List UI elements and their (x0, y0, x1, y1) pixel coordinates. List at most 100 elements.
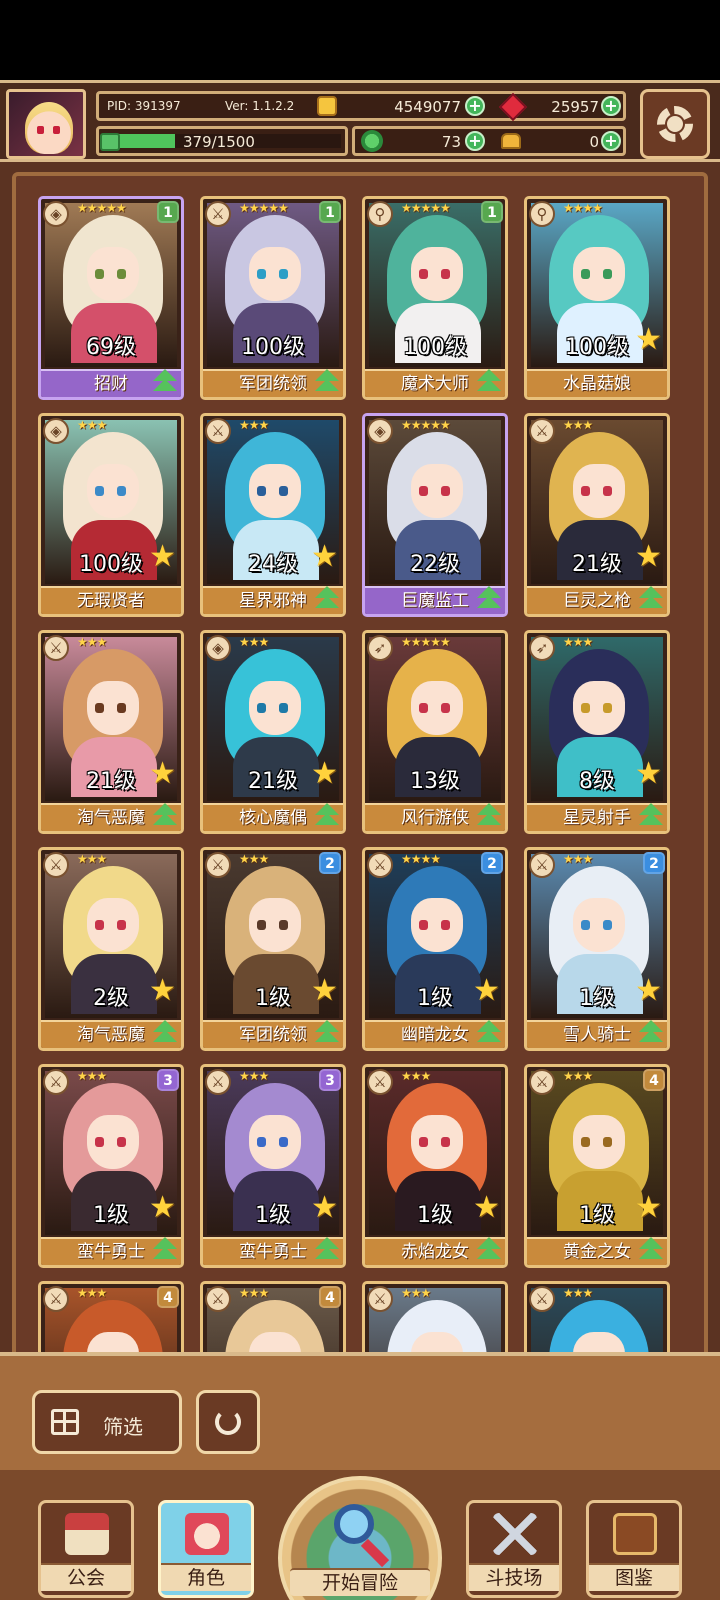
staff-icon: ⚲ (529, 201, 555, 227)
hero-eye (441, 920, 450, 930)
hero-star-rating: ★★★ (563, 1069, 593, 1083)
xp-text: 379/1500 (183, 133, 255, 151)
player-id: PID: 391397 (107, 99, 181, 113)
hero-level: 100级 (403, 335, 467, 360)
star-upgrade-icon: ★ (635, 756, 662, 791)
shield-icon: ◈ (205, 635, 231, 661)
hero-eye (279, 703, 288, 713)
level-up-arrow-icon (313, 367, 341, 395)
shield-icon: ◈ (43, 201, 69, 227)
hero-eye (603, 1137, 612, 1147)
nav-arena-label: 斗技场 (469, 1563, 559, 1591)
sword-icon: ⚔ (367, 1069, 393, 1095)
hero-card[interactable]: ★★★ ➶ 8级 星灵射手 ★ (524, 630, 670, 834)
bow-icon: ➶ (367, 635, 393, 661)
hero-eye (117, 703, 126, 713)
hero-card[interactable]: ★★★★★ ⚲ 1 100级 魔术大师 (362, 196, 508, 400)
level-up-arrow-icon (475, 584, 503, 612)
nav-arena[interactable]: 斗技场 (466, 1500, 562, 1598)
hero-card[interactable]: ★★★ ⚔ 21级 淘气恶魔 ★ (38, 630, 184, 834)
hero-eye (603, 269, 612, 279)
top-hud: PID: 391397 Ver: 1.1.2.2 4549077 + 25957… (0, 80, 720, 162)
hero-star-rating: ★★★ (77, 1069, 107, 1083)
hero-card[interactable]: ★★★ ⚔ 2 1级 军团统领 ★ (200, 847, 346, 1051)
hero-eye (419, 269, 428, 279)
star-upgrade-icon: ★ (149, 539, 176, 574)
hero-level: 69级 (86, 335, 136, 360)
hero-eye (95, 920, 104, 930)
hero-eye (419, 920, 428, 930)
hero-grid-frame: ★★★★★ ◈ 1 69级 招财 ★★★★★ ⚔ 1 100级 军团统领 ★★★★★ ⚲ 1 100级 魔术… (12, 172, 708, 1372)
hero-eye (603, 703, 612, 713)
sword-icon: ⚔ (529, 852, 555, 878)
hero-card[interactable]: ★★★ ⚔ 3 1级 蛮牛勇士 ★ (38, 1064, 184, 1268)
hero-level: 22级 (410, 552, 460, 577)
hero-star-rating: ★★★★★ (77, 201, 127, 215)
add-gold-button[interactable]: + (601, 131, 621, 151)
hero-card[interactable]: ★★★ ◈ 21级 核心魔偶 ★ (200, 630, 346, 834)
reset-sort-button[interactable] (196, 1390, 260, 1454)
hero-star-rating: ★★★★ (563, 201, 603, 215)
level-up-arrow-icon (151, 367, 179, 395)
level-up-arrow-icon (637, 1018, 665, 1046)
hero-star-rating: ★★★ (239, 635, 269, 649)
hero-star-rating: ★★★ (563, 418, 593, 432)
level-up-arrow-icon (313, 1235, 341, 1263)
star-upgrade-icon: ★ (311, 756, 338, 791)
hero-card[interactable]: ★★★★★ ➶ 13级 风行游侠 (362, 630, 508, 834)
hero-card[interactable]: ★★★★★ ◈ 22级 巨魔监工 (362, 413, 508, 617)
nav-codex[interactable]: 图鉴 (586, 1500, 682, 1598)
hero-grid[interactable]: ★★★★★ ◈ 1 69级 招财 ★★★★★ ⚔ 1 100级 军团统领 ★★★★★ ⚲ 1 100级 魔术… (24, 184, 696, 1368)
hero-card[interactable]: ★★★ ⚔ 4 1级 黄金之女 ★ (524, 1064, 670, 1268)
nav-guild[interactable]: 公会 (38, 1500, 134, 1598)
nav-guild-label: 公会 (41, 1563, 131, 1591)
hero-card[interactable]: ★★★★ ⚲ 100级 水晶菇娘 ★ (524, 196, 670, 400)
level-up-arrow-icon (313, 584, 341, 612)
xp-fill (119, 134, 175, 148)
sword-icon: ⚔ (529, 418, 555, 444)
hero-card[interactable]: ★★★ ⚔ 2级 淘气恶魔 ★ (38, 847, 184, 1051)
nav-roles[interactable]: 角色 (158, 1500, 254, 1598)
hero-card[interactable]: ★★★ ⚔ 21级 巨灵之枪 ★ (524, 413, 670, 617)
hero-eye (581, 920, 590, 930)
guild-hall-icon (65, 1513, 109, 1555)
hero-card[interactable]: ★★★★ ⚔ 2 1级 幽暗龙女 ★ (362, 847, 508, 1051)
add-gems-button[interactable]: + (601, 96, 621, 116)
add-coins-button[interactable]: + (465, 96, 485, 116)
star-upgrade-icon: ★ (149, 756, 176, 791)
level-up-arrow-icon (313, 1018, 341, 1046)
star-upgrade-icon: ★ (635, 539, 662, 574)
sword-icon: ⚔ (43, 635, 69, 661)
hero-card[interactable]: ★★★★★ ⚔ 1 100级 军团统领 (200, 196, 346, 400)
hero-star-rating: ★★★ (77, 1286, 107, 1300)
status-bar-area (0, 0, 720, 80)
hero-eye (257, 703, 266, 713)
hero-eye (257, 920, 266, 930)
hero-card[interactable]: ★★★★★ ◈ 1 69级 招财 (38, 196, 184, 400)
hero-level: 100级 (241, 335, 305, 360)
hero-list-panel: ★★★★★ ◈ 1 69级 招财 ★★★★★ ⚔ 1 100级 军团统领 ★★★★★ ⚲ 1 100级 魔术… (0, 162, 720, 1372)
hero-card[interactable]: ★★★ ◈ 100级 无瑕贤者 ★ (38, 413, 184, 617)
nav-start-adventure[interactable]: 开始冒险 (278, 1470, 442, 1600)
filter-button[interactable]: 筛选 (32, 1390, 182, 1454)
gold-bag-icon (501, 133, 521, 149)
star-upgrade-icon: ★ (635, 973, 662, 1008)
hero-star-rating: ★★★ (77, 635, 107, 649)
hero-card[interactable]: ★★★ ⚔ 2 1级 雪人骑士 ★ (524, 847, 670, 1051)
add-clover-button[interactable]: + (465, 131, 485, 151)
hero-eye (117, 1137, 126, 1147)
hero-name: 无瑕贤者 (41, 586, 181, 614)
sword-icon: ⚔ (205, 1069, 231, 1095)
level-up-arrow-icon (151, 1018, 179, 1046)
hero-eye (95, 269, 104, 279)
settings-button[interactable] (640, 89, 710, 159)
hero-card[interactable]: ★★★ ⚔ 1级 赤焰龙女 ★ (362, 1064, 508, 1268)
hero-card[interactable]: ★★★ ⚔ 24级 星界邪神 ★ (200, 413, 346, 617)
shield-icon: ◈ (367, 418, 393, 444)
star-upgrade-icon: ★ (311, 1190, 338, 1225)
hero-eye (117, 920, 126, 930)
hero-rank-badge: 2 (643, 852, 665, 874)
hero-eye (603, 920, 612, 930)
hero-card[interactable]: ★★★ ⚔ 3 1级 蛮牛勇士 ★ (200, 1064, 346, 1268)
player-avatar[interactable] (6, 89, 86, 159)
